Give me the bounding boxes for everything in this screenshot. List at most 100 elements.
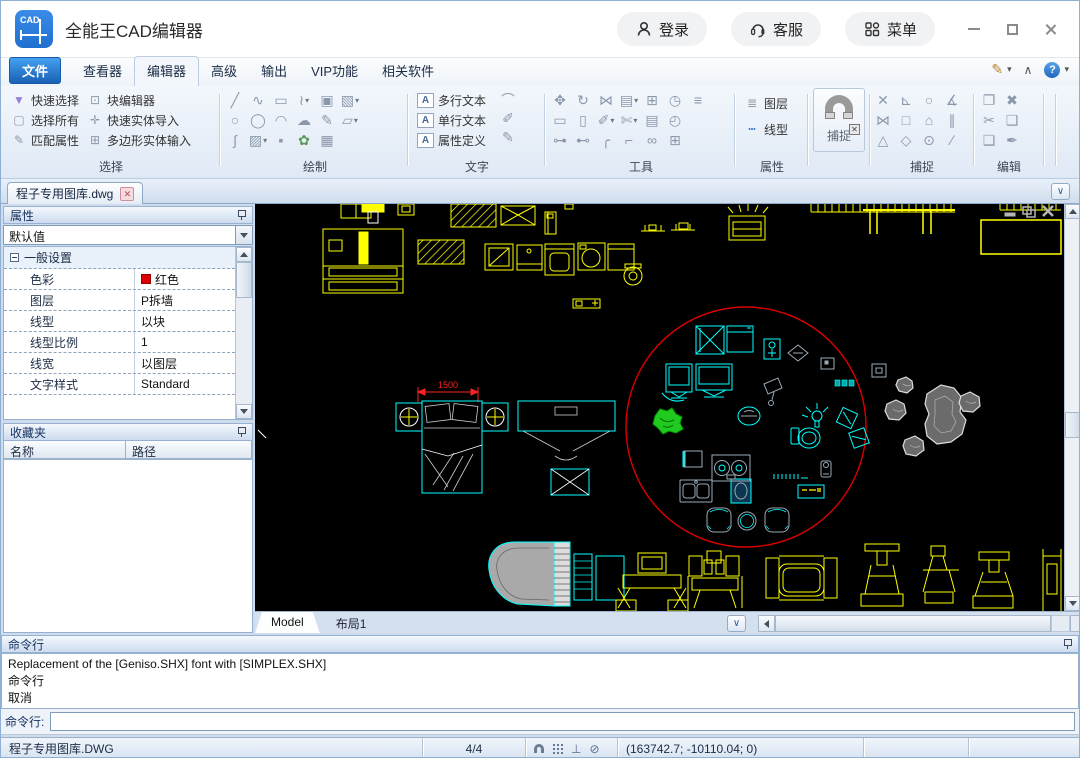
help-icon[interactable]: ? [1044,61,1061,78]
pin-icon[interactable] [237,210,246,220]
quick-entity-import-button[interactable]: ✛ 快速实体导入 [83,110,195,130]
clock-copy-icon[interactable]: ◴ [665,111,685,130]
copy-icon[interactable]: ⊞ [642,91,662,110]
grid-status-icon[interactable] [552,743,563,754]
table-icon[interactable]: ▦ [317,131,337,150]
property-row-text-style[interactable]: 文字样式 Standard [4,374,235,395]
drawing-canvas[interactable]: 1500 [255,204,1064,611]
minimize-button[interactable] [959,16,989,42]
help-dropdown-icon[interactable]: ▾ [1064,64,1069,75]
circle-icon[interactable]: ○ [225,111,245,130]
polygon-entity-input-button[interactable]: ⊞ 多边形实体输入 [83,130,195,150]
trim-icon[interactable]: ✄ [619,111,639,130]
ortho-status-icon[interactable]: ⊘ [589,742,599,756]
tab-advanced[interactable]: 高级 [199,57,249,86]
property-row-layer[interactable]: 图层 P拆墙 [4,290,235,311]
paste-icon[interactable]: ❐ [979,91,999,110]
snap-toggle-button[interactable]: ✕ 捕捉 [813,88,865,152]
base-point-icon[interactable]: ▯ [573,111,593,130]
scrollbar-thumb[interactable] [1065,412,1079,438]
polyline-icon[interactable]: ∿ [248,91,268,110]
property-group-row[interactable]: 一般设置 [4,247,235,269]
close-button[interactable] [1035,16,1065,42]
snap-endpoint-icon[interactable]: ✕ [873,91,893,110]
duplicate-icon[interactable]: ▤ [642,111,662,130]
snap-status-icon[interactable] [534,744,544,753]
support-button[interactable]: 客服 [730,12,821,46]
property-row-color[interactable]: 色彩 红色 [4,269,235,290]
quick-select-button[interactable]: ▼ 快速选择 [7,90,83,110]
snap-parallel-icon[interactable]: ∥ [942,111,962,130]
scrollbar-track[interactable] [1051,615,1070,632]
align-icon[interactable]: ≡ [688,91,708,110]
region-icon[interactable]: ▱ [340,111,360,130]
s-spline-icon[interactable]: ʃ [225,131,245,150]
annotate-icon[interactable]: ✎ [991,61,1003,78]
preset-dropdown-button[interactable] [235,226,252,244]
arc-icon[interactable]: ◠ [271,111,291,130]
property-row-linetype[interactable]: 线型 以块 [4,311,235,332]
preset-dropdown[interactable]: 默认值 [3,225,253,245]
tab-vip[interactable]: VIP功能 [299,57,370,86]
rotate-icon[interactable]: ↻ [573,91,593,110]
array-icon[interactable]: ▤ [619,91,639,110]
cut-icon[interactable]: ✂ [979,111,999,130]
command-input[interactable] [50,712,1075,731]
offset-2-icon[interactable]: ⊷ [573,131,593,150]
match-properties-button[interactable]: ✎ 匹配属性 [7,130,83,150]
tab-layout1[interactable]: 布局1 [320,612,383,633]
tab-file[interactable]: 文件 [9,57,62,84]
snap-quadrant-icon[interactable]: ◇ [896,131,916,150]
property-grid-scrollbar[interactable] [235,247,252,419]
move-icon[interactable]: ✥ [550,91,570,110]
snap-center-icon[interactable]: ○ [919,91,939,110]
copy-clip-icon[interactable]: ❏ [979,131,999,150]
column-name[interactable]: 名称 [4,441,126,459]
scroll-up-button[interactable] [1065,204,1079,219]
insert-block-icon[interactable]: ▣ [317,91,337,110]
block-editor-button[interactable]: ⊡ 块编辑器 [83,90,195,110]
add-block-icon[interactable]: ⊞ [665,131,685,150]
linetype-button[interactable]: ┅ 线型 [740,116,804,142]
select-all-button[interactable]: ▢ 选择所有 [7,110,83,130]
mirror-icon[interactable]: ⋈ [596,91,616,110]
mdi-window-controls[interactable] [1004,205,1054,218]
scroll-left-button[interactable] [758,615,775,632]
doc-tab-list-chevron-button[interactable]: ∨ [1051,183,1070,200]
tab-viewer[interactable]: 查看器 [71,57,134,86]
perpendicular-status-icon[interactable]: ⊥ [571,742,581,756]
login-button[interactable]: 登录 [616,12,707,46]
menu-button[interactable]: 菜单 [844,12,935,46]
scrollbar-thumb[interactable] [775,615,1051,632]
ellipse-icon[interactable]: ◯ [248,111,268,130]
delete-icon[interactable]: ✖ [1002,91,1022,110]
edit-text-icon[interactable]: ✎ [498,128,518,147]
layers-button[interactable]: ≣ 图层 [740,90,804,116]
favorites-list-empty[interactable] [3,460,253,633]
copy-time-icon[interactable]: ◷ [665,91,685,110]
collapse-ribbon-icon[interactable]: ∧ [1024,63,1033,77]
link-icon[interactable]: ✐ [596,111,616,130]
rectangle-icon[interactable]: ▭ [271,91,291,110]
tab-editor[interactable]: 编辑器 [134,56,200,86]
scroll-down-button[interactable] [1065,596,1079,611]
format-painter-icon[interactable]: ✒ [1002,131,1022,150]
snap-perpendicular-icon[interactable]: ⊾ [896,91,916,110]
offset-icon[interactable]: ⊶ [550,131,570,150]
canvas-horizontal-scrollbar[interactable] [758,615,1079,632]
singleline-text-button[interactable]: A 单行文本 [413,110,490,130]
point-icon[interactable]: ▪ [271,131,291,150]
document-tab[interactable]: 程子专用图库.dwg ✕ [7,182,144,204]
pin-icon[interactable] [1063,639,1072,649]
property-row-linetype-scale[interactable]: 线型比例 1 [4,332,235,353]
scroll-up-button[interactable] [236,247,252,262]
tab-related[interactable]: 相关软件 [370,57,446,86]
revision-cloud-icon[interactable]: ☁ [294,111,314,130]
property-row-lineweight[interactable]: 线宽 以图层 [4,353,235,374]
snap-tangent-icon[interactable]: ⊙ [919,131,939,150]
maximize-button[interactable] [997,16,1027,42]
snap-midpoint-icon[interactable]: △ [873,131,893,150]
snap-nearest-icon[interactable]: ∕ [942,131,962,150]
snap-intersection-icon[interactable]: ⋈ [873,111,893,130]
arc-text-icon[interactable]: ⌒ [498,90,518,109]
